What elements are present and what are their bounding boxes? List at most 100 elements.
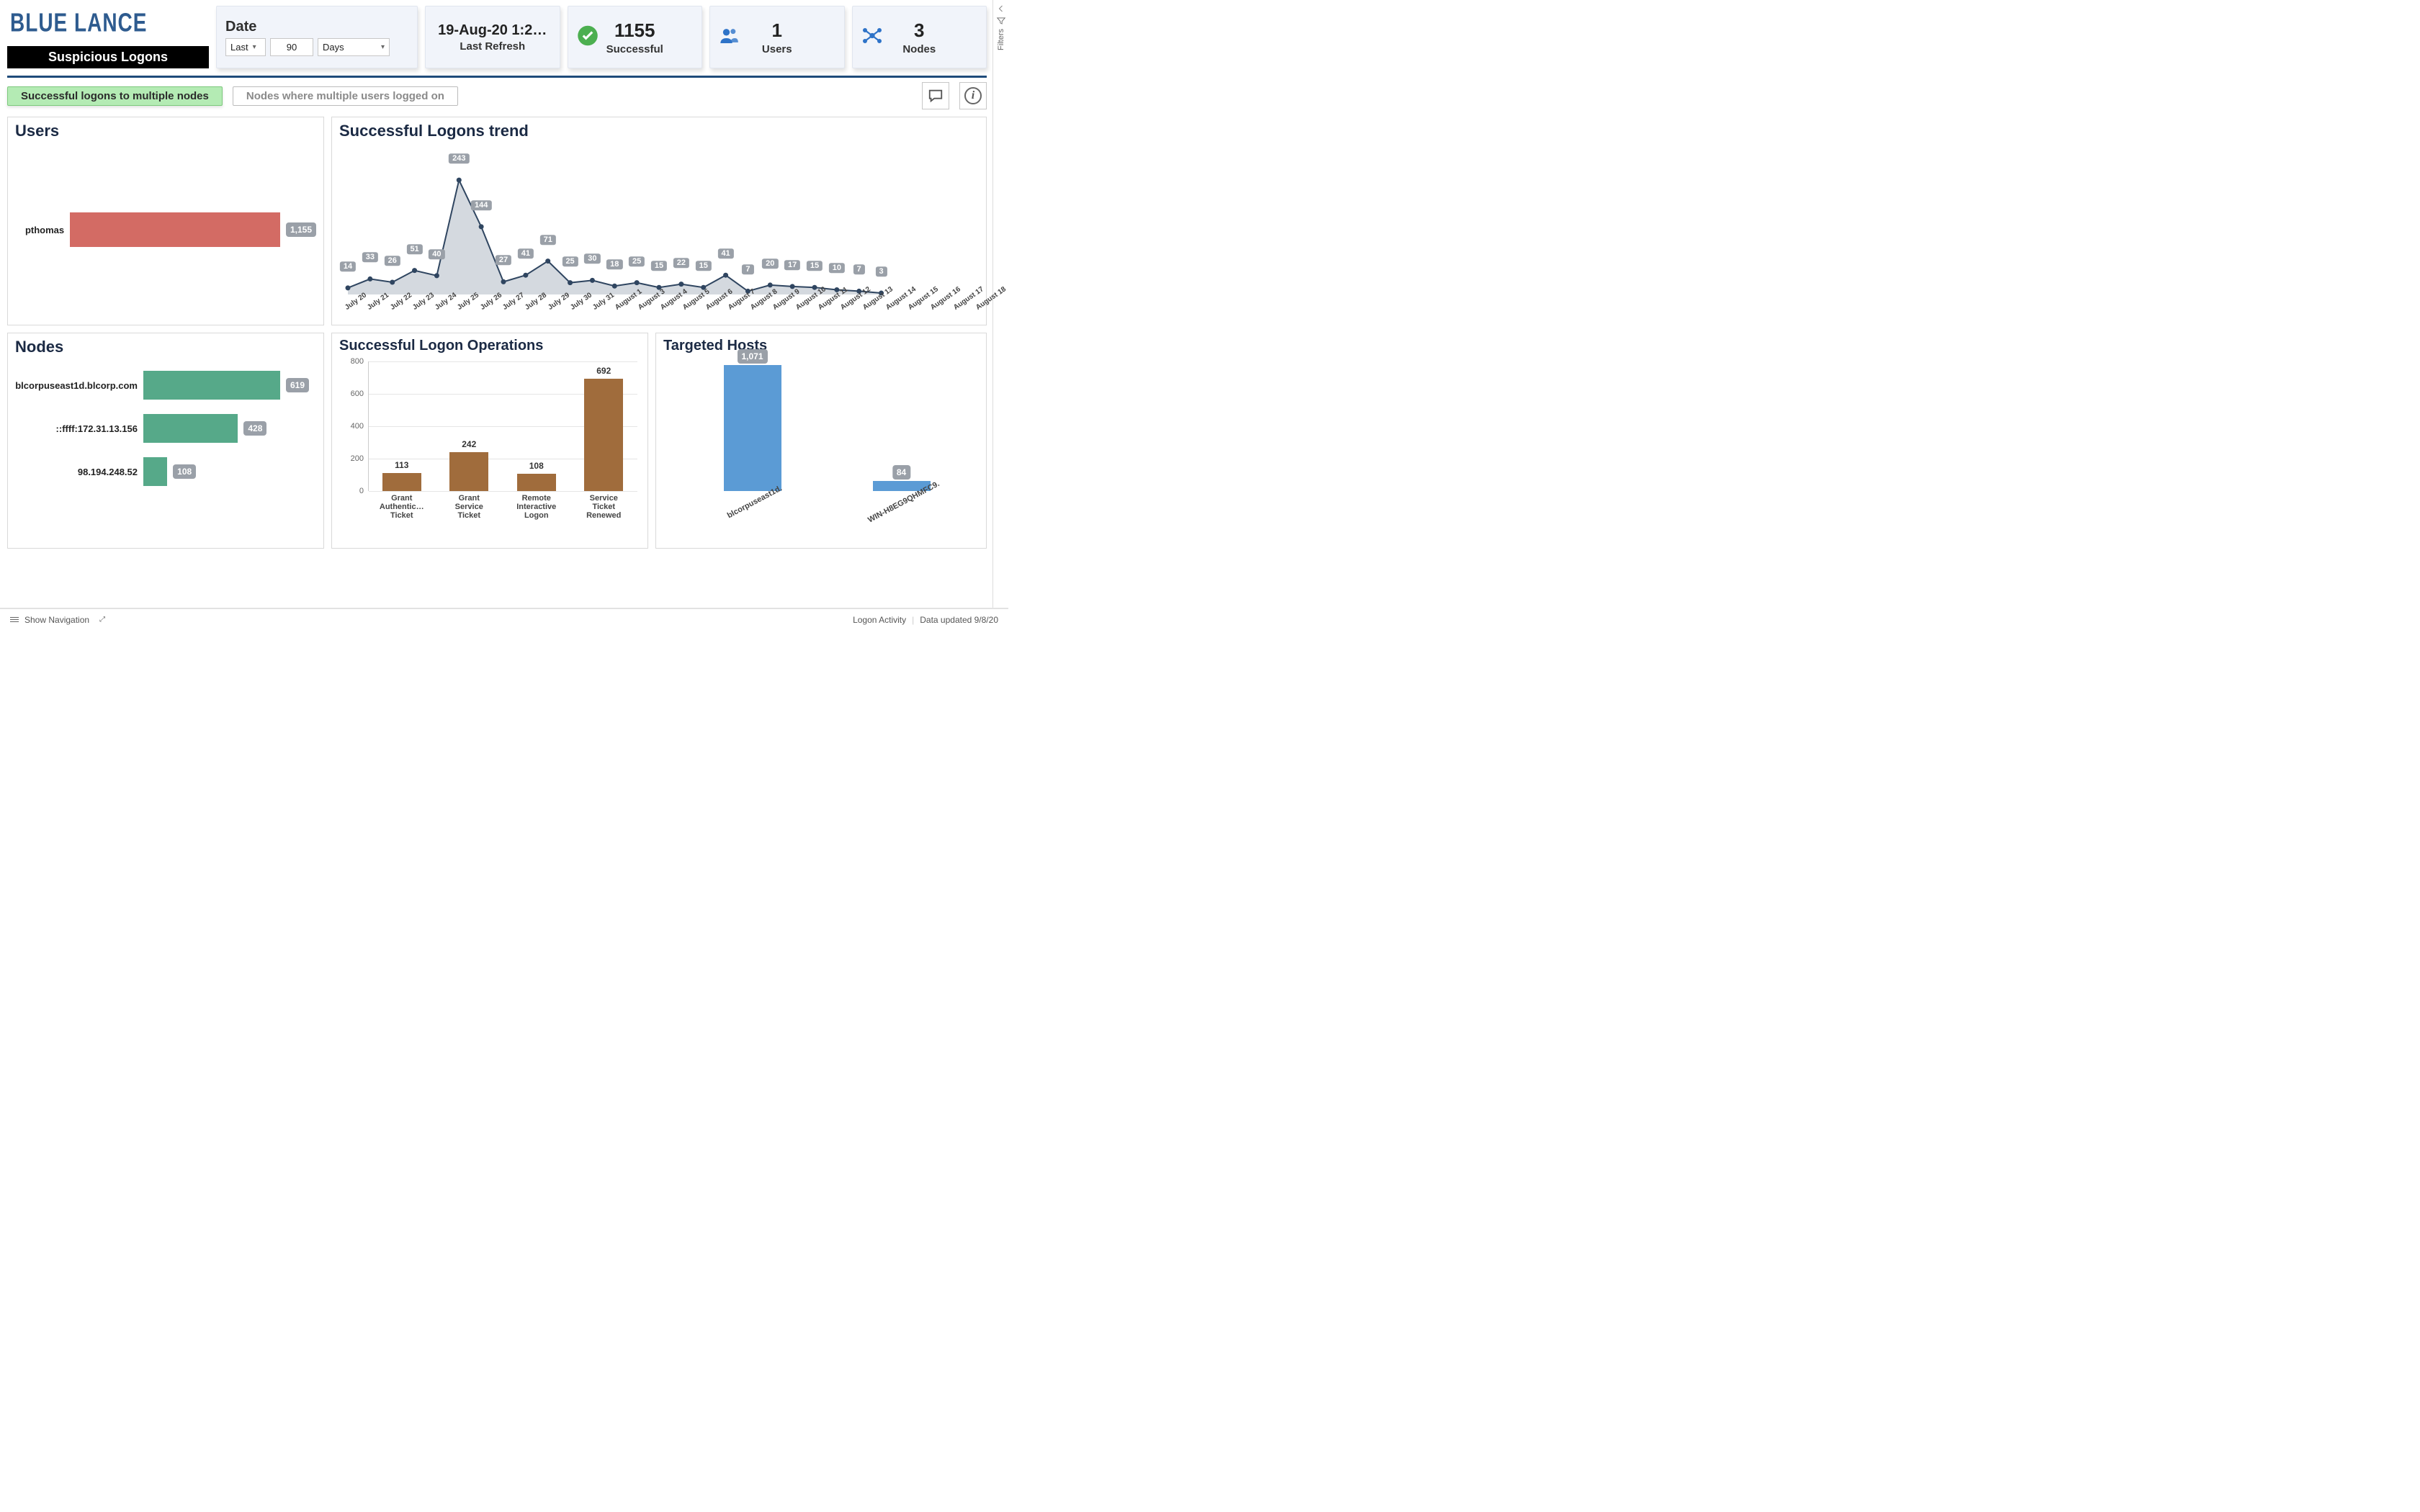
trend-x-label: August 13 — [861, 305, 866, 312]
ops-bar[interactable]: 108 — [517, 474, 556, 491]
filter-icon — [996, 16, 1006, 26]
kpi-users-value: 1 — [772, 19, 782, 42]
trend-x-label: August 4 — [659, 305, 663, 312]
kpi-success-label: Successful — [606, 43, 663, 55]
node-bar-row[interactable]: blcorpuseast1d.blcorp.com 619 — [15, 371, 316, 400]
users-title: Users — [15, 122, 316, 140]
node-bar-label: ::ffff:172.31.13.156 — [15, 423, 138, 434]
trend-point-label: 41 — [717, 248, 733, 258]
info-icon: i — [964, 87, 982, 104]
trend-point-label: 71 — [540, 235, 556, 245]
trend-x-label: August 16 — [929, 305, 933, 312]
trend-point-label: 15 — [696, 261, 712, 271]
panel-hosts: Targeted Hosts 1,07184blcorpuseast1d.WIN… — [655, 333, 987, 549]
node-bar — [143, 457, 167, 486]
trend-point-label: 7 — [742, 265, 753, 275]
users-icon — [719, 25, 739, 49]
filters-rail[interactable]: Filters — [992, 0, 1008, 608]
range-value-input[interactable]: 90 — [270, 38, 313, 56]
node-bar-value: 108 — [173, 464, 196, 479]
ops-bar-label: GrantAuthentic…Ticket — [373, 494, 431, 520]
trend-point-label: 25 — [629, 256, 645, 266]
ops-bar-value: 242 — [462, 439, 476, 449]
trend-x-label: August 7 — [727, 305, 731, 312]
trend-point-label: 15 — [651, 261, 667, 271]
trend-x-label: August 6 — [704, 305, 709, 312]
trend-x-label: August 12 — [839, 305, 843, 312]
ops-bar-label: GrantServiceTicket — [440, 494, 498, 520]
chevron-left-icon — [997, 4, 1005, 13]
host-bar-value: 84 — [892, 465, 910, 480]
trend-point-label: 7 — [853, 265, 865, 275]
date-label: Date — [225, 19, 408, 35]
host-bar[interactable]: 1,071 — [724, 365, 781, 491]
trend-chart[interactable] — [339, 143, 979, 309]
kpi-users: 1 Users — [709, 6, 845, 68]
trend-x-label: July 24 — [434, 305, 438, 312]
kpi-users-label: Users — [762, 43, 792, 55]
trend-x-label: July 28 — [524, 305, 528, 312]
trend-point-label: 18 — [606, 259, 622, 269]
panel-nodes: Nodes blcorpuseast1d.blcorp.com 619::ffff… — [7, 333, 324, 549]
kpi-nodes: 3 Nodes — [852, 6, 987, 68]
trend-point-label: 17 — [784, 260, 800, 270]
ops-bar[interactable]: 113 — [382, 473, 421, 491]
hamburger-icon[interactable] — [10, 617, 19, 622]
kpi-last-refresh: 19-Aug-20 1:2… Last Refresh — [425, 6, 560, 68]
trend-x-label: August 9 — [771, 305, 776, 312]
range-mode-select[interactable]: Last▾ — [225, 38, 266, 56]
info-button[interactable]: i — [959, 82, 987, 109]
node-bar-row[interactable]: 98.194.248.52108 — [15, 457, 316, 486]
collapse-icon[interactable]: ⤢ — [99, 616, 105, 624]
panel-ops: Successful Logon Operations 020040060080… — [331, 333, 648, 549]
page-subtitle: Suspicious Logons — [7, 46, 209, 68]
user-bar-row[interactable]: pthomas 1,155 — [15, 212, 316, 247]
footer-updated: Data updated 9/8/20 — [920, 615, 998, 625]
trend-x-label: August 8 — [749, 305, 753, 312]
filters-label: Filters — [997, 29, 1005, 50]
trend-x-label: August 11 — [817, 305, 821, 312]
tab-successful-logons[interactable]: Successful logons to multiple nodes — [7, 86, 223, 106]
footer-context: Logon Activity — [853, 615, 906, 625]
trend-x-label: July 25 — [456, 305, 460, 312]
trend-point-label: 22 — [673, 258, 689, 268]
user-bar-label: pthomas — [15, 225, 64, 235]
hosts-title: Targeted Hosts — [663, 338, 979, 354]
ops-bar-label: ServiceTicketRenewed — [575, 494, 632, 520]
trend-x-label: August 5 — [681, 305, 686, 312]
ops-bar-value: 692 — [596, 366, 611, 376]
trend-x-label: August 3 — [637, 305, 641, 312]
comment-button[interactable] — [922, 82, 949, 109]
refresh-value: 19-Aug-20 1:2… — [438, 22, 547, 39]
brand-logo: BLUE LANCE — [7, 1, 209, 48]
trend-x-label: July 29 — [547, 305, 551, 312]
show-navigation-button[interactable]: Show Navigation — [24, 615, 89, 625]
range-unit-select[interactable]: Days▾ — [318, 38, 390, 56]
trend-point-label: 10 — [829, 264, 845, 274]
trend-x-label: July 21 — [366, 305, 370, 312]
trend-point-label: 15 — [807, 261, 823, 271]
comment-icon — [928, 88, 944, 104]
ops-title: Successful Logon Operations — [339, 338, 640, 354]
trend-point-label: 3 — [876, 266, 887, 276]
trend-x-label: July 31 — [591, 305, 596, 312]
trend-x-label: July 22 — [389, 305, 393, 312]
node-bar-value: 619 — [286, 378, 309, 392]
check-circle-icon — [577, 24, 599, 50]
trend-title: Successful Logons trend — [339, 122, 979, 140]
trend-x-label: August 14 — [884, 305, 889, 312]
panel-users: Users pthomas 1,155 — [7, 117, 324, 325]
chevron-down-icon: ▾ — [381, 43, 385, 51]
divider — [7, 76, 987, 78]
node-bar-label: blcorpuseast1d.blcorp.com — [15, 380, 138, 391]
tab-nodes-multiple-users[interactable]: Nodes where multiple users logged on — [233, 86, 458, 106]
trend-x-label: July 26 — [479, 305, 483, 312]
node-bar-row[interactable]: ::ffff:172.31.13.156428 — [15, 414, 316, 443]
ops-bar[interactable]: 242 — [449, 452, 488, 491]
ops-bar[interactable]: 692 — [584, 379, 623, 491]
trend-point-label: 27 — [496, 256, 511, 266]
user-bar-value: 1,155 — [286, 222, 316, 237]
trend-point-label: 51 — [406, 244, 422, 254]
nodes-title: Nodes — [15, 338, 316, 356]
kpi-success-value: 1155 — [614, 19, 655, 42]
